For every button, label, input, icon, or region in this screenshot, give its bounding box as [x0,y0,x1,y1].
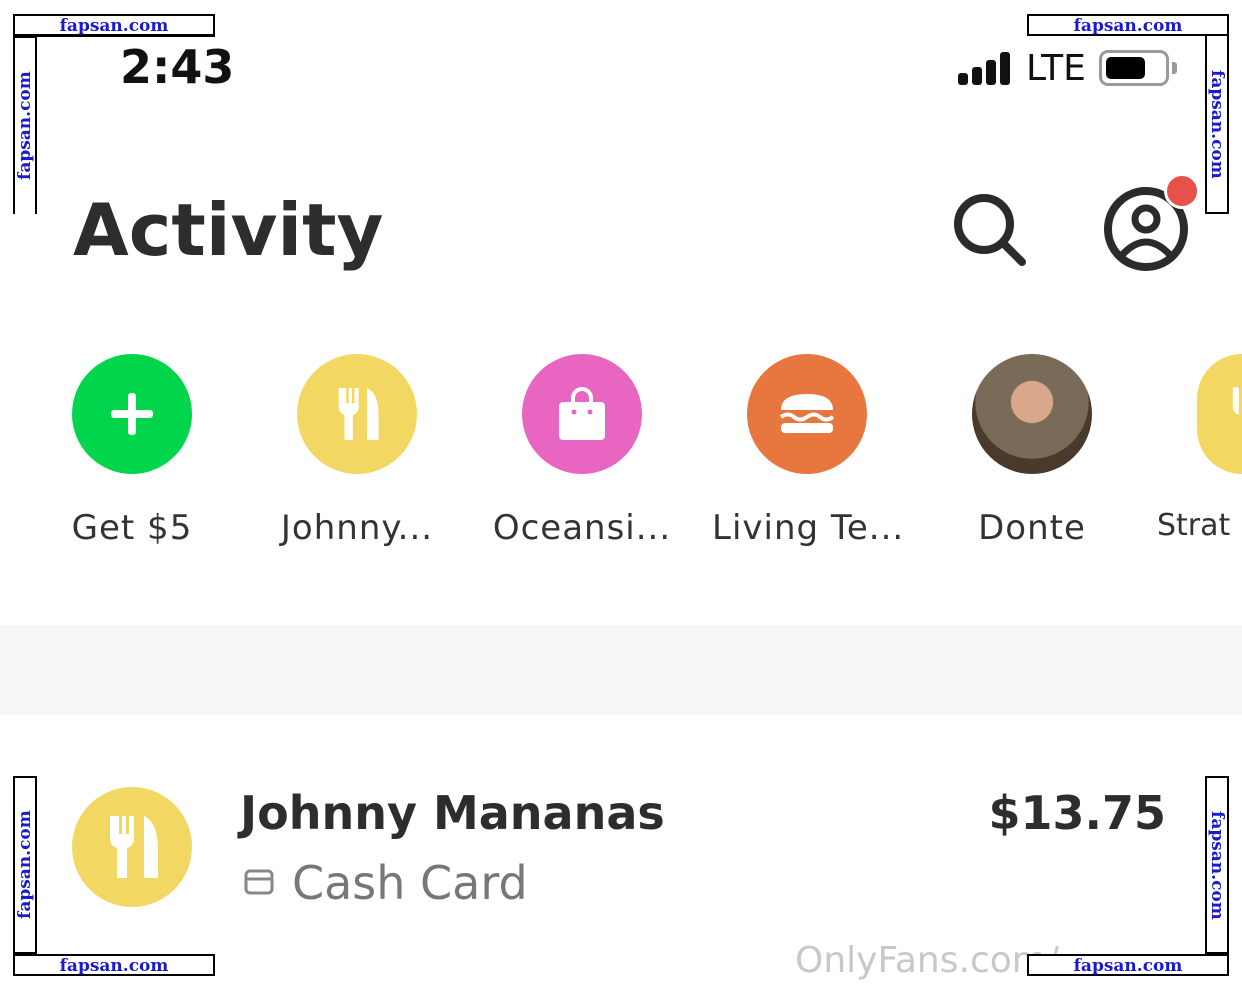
activity-name: Johnny Mananas [240,786,665,840]
watermark-site: fapsan.com [1205,776,1229,954]
watermark-site: fapsan.com [1205,36,1229,214]
battery-icon [1099,50,1169,86]
shortcut-get-5[interactable]: Get $5 [37,354,227,548]
shortcut-strat[interactable]: Strat [1157,354,1242,543]
fork-knife-icon [297,354,417,474]
watermark-site: fapsan.com [13,14,215,36]
avatar [972,354,1092,474]
battery-tip [1172,62,1177,74]
shortcut-oceansi[interactable]: Oceansi... [487,354,677,548]
card-icon [244,868,274,900]
watermark-site: fapsan.com [1027,14,1229,36]
shortcut-label: Oceansi... [492,508,672,548]
shortcut-label: Living Te... [712,508,905,548]
shortcut-johnny[interactable]: Johnny... [262,354,452,548]
fork-knife-icon [1197,354,1242,474]
watermark-onlyfans: OnlyFans.com/ [795,940,1059,981]
fork-knife-icon [72,787,192,907]
shortcut-label: Get $5 [71,508,193,548]
plus-icon [72,354,192,474]
shortcut-label: Strat [1157,508,1231,543]
watermark-site: fapsan.com [1027,954,1229,976]
status-time: 2:43 [120,40,235,94]
shortcut-label: Donte [978,508,1086,548]
watermark-site: fapsan.com [13,954,215,976]
shortcut-living-te[interactable]: Living Te... [712,354,905,548]
section-divider [0,625,1242,715]
signal-icon [958,52,1010,85]
burger-icon [747,354,867,474]
shortcut-label: Johnny... [280,508,434,548]
network-label: LTE [1026,48,1086,89]
shortcut-donte[interactable]: Donte [937,354,1127,548]
search-icon[interactable] [950,190,1030,274]
notification-dot [1164,173,1200,209]
page-title: Activity [73,188,384,272]
activity-amount: $13.75 [988,786,1166,840]
payment-method: Cash Card [292,856,528,910]
watermark-site: fapsan.com [13,36,37,214]
shopping-bag-icon [522,354,642,474]
watermark-site: fapsan.com [13,776,37,954]
